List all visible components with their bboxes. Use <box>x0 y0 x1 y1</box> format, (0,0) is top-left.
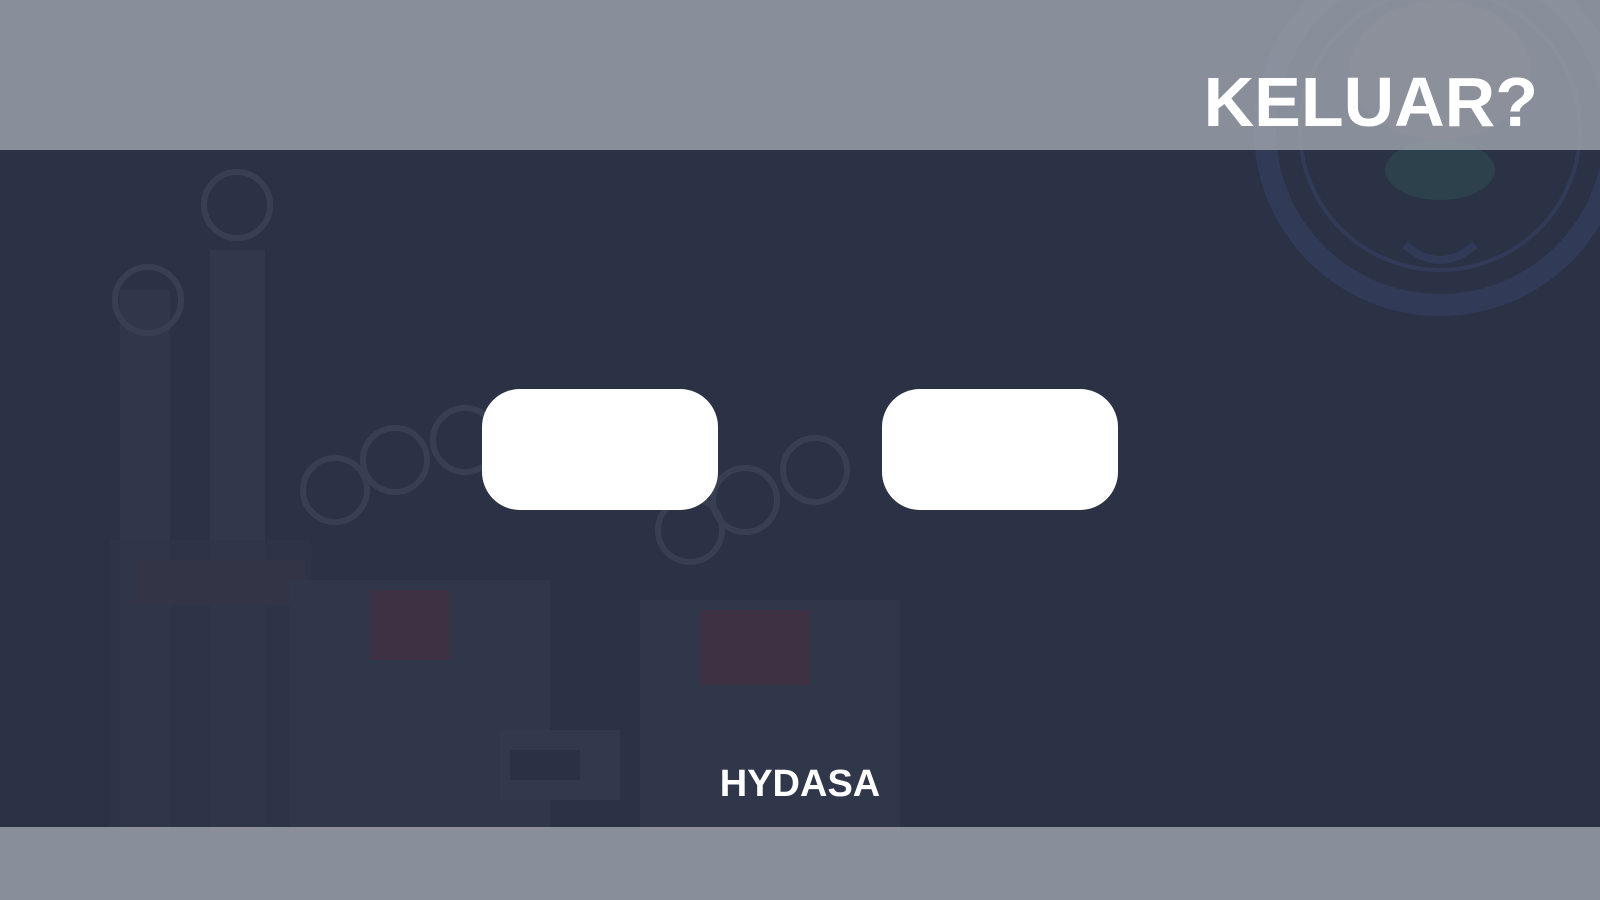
confirm-button[interactable] <box>482 389 718 510</box>
app-brand: HYDASA <box>719 763 881 805</box>
bottom-band <box>0 827 1600 900</box>
dialog-title: KELUAR? <box>1203 63 1538 141</box>
cancel-button[interactable] <box>882 389 1118 510</box>
exit-dialog-screen: KELUAR? HYDASA <box>0 0 1600 900</box>
